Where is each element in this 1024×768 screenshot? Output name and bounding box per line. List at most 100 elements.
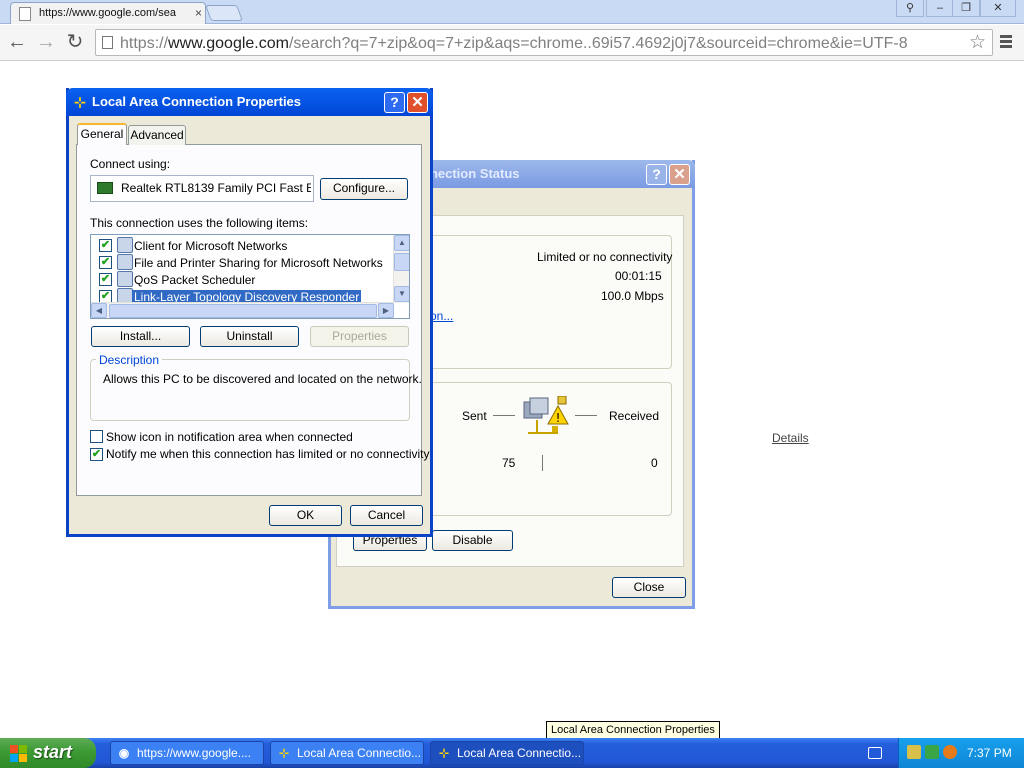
vertical-scrollbar[interactable]: ▲ ▼ — [393, 235, 409, 303]
show-icon-checkbox[interactable] — [90, 430, 103, 443]
received-value: 0 — [651, 456, 658, 470]
taskbar-button-status[interactable]: ⊹ Local Area Connectio... — [430, 741, 584, 765]
search-tray-icon[interactable] — [943, 745, 957, 759]
list-item[interactable]: ✔ File and Printer Sharing for Microsoft… — [97, 254, 387, 271]
scroll-down-icon[interactable]: ▼ — [394, 286, 409, 302]
show-icon-label[interactable]: Show icon in notification area when conn… — [106, 430, 353, 444]
horizontal-scrollbar[interactable]: ◀ ▶ — [91, 302, 394, 318]
page-info-icon[interactable] — [102, 36, 113, 49]
forward-icon[interactable]: → — [35, 31, 57, 53]
list-item[interactable]: ✔ Client for Microsoft Networks — [97, 237, 387, 254]
notify-label[interactable]: Notify me when this connection has limit… — [106, 447, 430, 461]
chrome-menu-icon[interactable] — [1000, 33, 1016, 51]
service-icon — [117, 271, 133, 287]
connectivity-status: Limited or no connectivity — [537, 250, 673, 264]
horizontal-scroll-thumb[interactable] — [109, 304, 377, 318]
close-icon[interactable]: ✕ — [407, 92, 428, 113]
tab-title: https://www.google.com/sea — [39, 7, 176, 19]
scroll-up-icon[interactable]: ▲ — [394, 235, 409, 251]
close-window-icon[interactable]: ✕ — [980, 0, 1016, 17]
help-icon[interactable]: ? — [384, 92, 405, 113]
service-icon — [117, 254, 133, 270]
network-adapter-icon — [97, 182, 113, 194]
tab-general[interactable]: General — [77, 123, 127, 145]
adapter-name: Realtek RTL8139 Family PCI Fast Eth — [121, 181, 311, 195]
cancel-button[interactable]: Cancel — [350, 505, 423, 526]
list-item-label: QoS Packet Scheduler — [134, 273, 256, 287]
url-text: https://www.google.com/search?q=7+zip&oq… — [120, 35, 908, 52]
scroll-right-icon[interactable]: ▶ — [378, 303, 394, 318]
bookmark-star-icon[interactable]: ☆ — [969, 31, 986, 54]
help-icon[interactable]: ? — [646, 164, 667, 185]
address-bar[interactable]: https://www.google.com/search?q=7+zip&oq… — [95, 29, 993, 56]
security-tray-icon[interactable] — [925, 745, 939, 759]
sent-label: Sent — [462, 409, 487, 423]
sent-value: 75 — [502, 456, 516, 470]
connection-duration: 00:01:15 — [615, 269, 662, 283]
user-profile-icon[interactable]: ⚲ — [896, 0, 924, 17]
item-checkbox[interactable]: ✔ — [99, 273, 112, 286]
taskbar-button-label: https://www.google.... — [137, 746, 252, 760]
disable-button[interactable]: Disable — [432, 530, 513, 551]
scroll-thumb[interactable] — [394, 253, 409, 271]
properties-window-title: Local Area Connection Properties — [92, 94, 302, 109]
start-button[interactable]: start — [0, 738, 96, 768]
taskbar-button-chrome[interactable]: ◉ https://www.google.... — [110, 741, 264, 765]
browser-toolbar: ← → ↻ https://www.google.com/search?q=7+… — [0, 25, 1024, 61]
received-line — [575, 415, 597, 416]
activity-divider — [542, 455, 543, 471]
browser-tab[interactable]: https://www.google.com/sea × — [10, 2, 206, 24]
tab-advanced[interactable]: Advanced — [128, 125, 186, 145]
list-item-label: File and Printer Sharing for Microsoft N… — [134, 256, 383, 270]
description-text: Allows this PC to be discovered and loca… — [103, 372, 422, 386]
clock: 7:37 PM — [967, 746, 1012, 760]
item-checkbox[interactable]: ✔ — [99, 239, 112, 252]
scroll-left-icon[interactable]: ◀ — [91, 303, 107, 318]
properties-titlebar[interactable]: ⊹ Local Area Connection Properties ? ✕ — [66, 88, 433, 116]
network-tray-icon[interactable] — [907, 745, 921, 759]
partial-link[interactable]: on... — [430, 309, 453, 323]
taskbar-tooltip: Local Area Connection Properties — [546, 721, 720, 739]
new-tab-button[interactable] — [205, 5, 243, 21]
network-connection-icon: ⊹ — [74, 94, 86, 110]
status-window-title: nnection Status — [422, 166, 520, 181]
install-button[interactable]: Install... — [91, 326, 190, 347]
client-icon — [117, 237, 133, 253]
close-icon[interactable]: ✕ — [669, 164, 690, 185]
notify-checkbox[interactable]: ✔ — [90, 448, 103, 461]
items-label: This connection uses the following items… — [90, 216, 309, 230]
taskbar-button-label: Local Area Connectio... — [457, 746, 582, 760]
start-label: start — [33, 742, 73, 762]
svg-text:!: ! — [556, 411, 561, 425]
details-link[interactable]: Details — [772, 431, 809, 445]
components-list[interactable]: ✔ Client for Microsoft Networks ✔ File a… — [90, 234, 410, 319]
browser-tabstrip: https://www.google.com/sea × ⚲ – ❐ ✕ — [0, 0, 1024, 24]
item-properties-button[interactable]: Properties — [310, 326, 409, 347]
taskbar-button-label: Local Area Connectio... — [297, 746, 422, 760]
reload-icon[interactable]: ↻ — [64, 31, 86, 53]
page-favicon-icon — [19, 7, 31, 21]
status-close-button[interactable]: Close — [612, 577, 686, 598]
item-checkbox[interactable]: ✔ — [99, 256, 112, 269]
connect-using-label: Connect using: — [90, 157, 171, 171]
ok-button[interactable]: OK — [269, 505, 342, 526]
sent-line — [493, 415, 515, 416]
configure-button[interactable]: Configure... — [320, 178, 408, 200]
minimize-icon[interactable]: – — [926, 0, 954, 17]
chrome-icon: ◉ — [118, 746, 130, 760]
uninstall-button[interactable]: Uninstall — [200, 326, 299, 347]
windows-logo-icon — [10, 745, 27, 762]
taskbar-button-properties[interactable]: ⊹ Local Area Connectio... — [270, 741, 424, 765]
received-label: Received — [609, 409, 660, 423]
tab-close-icon[interactable]: × — [195, 6, 202, 20]
list-item[interactable]: ✔ QoS Packet Scheduler — [97, 271, 387, 288]
connection-speed: 100.0 Mbps — [601, 289, 664, 303]
network-warning-icon: ! — [522, 395, 572, 444]
taskbar: start ◉ https://www.google.... ⊹ Local A… — [0, 738, 1024, 768]
restore-icon[interactable]: ❐ — [952, 0, 980, 17]
list-item-label: Client for Microsoft Networks — [134, 239, 288, 253]
network-connection-icon: ⊹ — [438, 746, 450, 760]
keyboard-icon[interactable] — [868, 747, 882, 759]
back-icon[interactable]: ← — [6, 31, 28, 53]
network-connection-icon: ⊹ — [278, 746, 290, 760]
